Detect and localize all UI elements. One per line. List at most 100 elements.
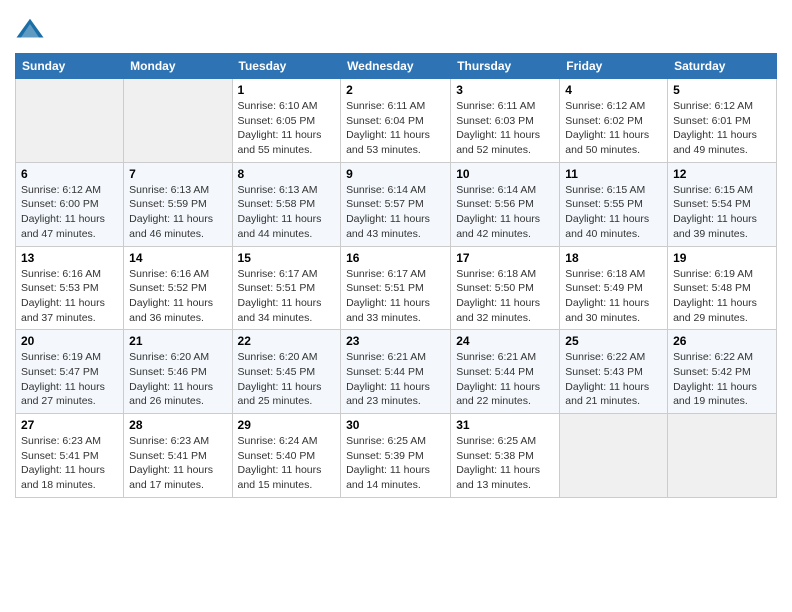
main-container: SundayMondayTuesdayWednesdayThursdayFrid… — [0, 0, 792, 508]
week-row-2: 6 Sunrise: 6:12 AMSunset: 6:00 PMDaylight… — [16, 162, 777, 246]
cell-info: Sunrise: 6:25 AMSunset: 5:38 PMDaylight:… — [456, 435, 540, 491]
calendar-cell: 11 Sunrise: 6:15 AMSunset: 5:55 PMDayligh… — [560, 162, 668, 246]
day-number: 27 — [21, 418, 118, 432]
calendar-table: SundayMondayTuesdayWednesdayThursdayFrid… — [15, 53, 777, 498]
day-number: 14 — [129, 251, 226, 265]
cell-info: Sunrise: 6:12 AMSunset: 6:00 PMDaylight:… — [21, 184, 105, 240]
cell-info: Sunrise: 6:25 AMSunset: 5:39 PMDaylight:… — [346, 435, 430, 491]
header-day-friday: Friday — [560, 54, 668, 79]
calendar-cell: 28 Sunrise: 6:23 AMSunset: 5:41 PMDayligh… — [124, 414, 232, 498]
calendar-cell: 31 Sunrise: 6:25 AMSunset: 5:38 PMDayligh… — [451, 414, 560, 498]
cell-info: Sunrise: 6:11 AMSunset: 6:03 PMDaylight:… — [456, 100, 540, 156]
calendar-cell: 5 Sunrise: 6:12 AMSunset: 6:01 PMDaylight… — [668, 79, 777, 163]
calendar-cell: 16Sunrise: 6:17 AMSunset: 5:51 PMDayligh… — [341, 246, 451, 330]
cell-info: Sunrise: 6:19 AMSunset: 5:48 PMDaylight:… — [673, 268, 757, 324]
day-number: 24 — [456, 334, 554, 348]
cell-info: Sunrise: 6:10 AMSunset: 6:05 PMDaylight:… — [238, 100, 322, 156]
calendar-cell: 12Sunrise: 6:15 AMSunset: 5:54 PMDayligh… — [668, 162, 777, 246]
calendar-cell: 10 Sunrise: 6:14 AMSunset: 5:56 PMDayligh… — [451, 162, 560, 246]
calendar-cell — [124, 79, 232, 163]
cell-info: Sunrise: 6:22 AMSunset: 5:43 PMDaylight:… — [565, 351, 649, 407]
header-day-monday: Monday — [124, 54, 232, 79]
calendar-cell: 27 Sunrise: 6:23 AMSunset: 5:41 PMDayligh… — [16, 414, 124, 498]
header-day-thursday: Thursday — [451, 54, 560, 79]
cell-info: Sunrise: 6:13 AMSunset: 5:59 PMDaylight:… — [129, 184, 213, 240]
calendar-cell — [560, 414, 668, 498]
day-number: 28 — [129, 418, 226, 432]
calendar-cell: 19 Sunrise: 6:19 AMSunset: 5:48 PMDayligh… — [668, 246, 777, 330]
header-day-wednesday: Wednesday — [341, 54, 451, 79]
cell-info: Sunrise: 6:12 AMSunset: 6:02 PMDaylight:… — [565, 100, 649, 156]
day-number: 25 — [565, 334, 662, 348]
calendar-cell: 9Sunrise: 6:14 AMSunset: 5:57 PMDaylight… — [341, 162, 451, 246]
week-row-4: 20 Sunrise: 6:19 AMSunset: 5:47 PMDayligh… — [16, 330, 777, 414]
header-day-saturday: Saturday — [668, 54, 777, 79]
day-number: 6 — [21, 167, 118, 181]
cell-info: Sunrise: 6:17 AMSunset: 5:51 PMDaylight:… — [346, 268, 430, 324]
header-day-tuesday: Tuesday — [232, 54, 341, 79]
day-number: 15 — [238, 251, 336, 265]
calendar-cell: 24 Sunrise: 6:21 AMSunset: 5:44 PMDayligh… — [451, 330, 560, 414]
day-number: 17 — [456, 251, 554, 265]
day-number: 31 — [456, 418, 554, 432]
cell-info: Sunrise: 6:18 AMSunset: 5:49 PMDaylight:… — [565, 268, 649, 324]
calendar-cell: 22Sunrise: 6:20 AMSunset: 5:45 PMDayligh… — [232, 330, 341, 414]
day-number: 7 — [129, 167, 226, 181]
day-number: 5 — [673, 83, 771, 97]
day-number: 21 — [129, 334, 226, 348]
calendar-cell — [668, 414, 777, 498]
week-row-3: 13Sunrise: 6:16 AMSunset: 5:53 PMDayligh… — [16, 246, 777, 330]
cell-info: Sunrise: 6:13 AMSunset: 5:58 PMDaylight:… — [238, 184, 322, 240]
day-number: 29 — [238, 418, 336, 432]
day-number: 19 — [673, 251, 771, 265]
day-number: 23 — [346, 334, 445, 348]
cell-info: Sunrise: 6:14 AMSunset: 5:56 PMDaylight:… — [456, 184, 540, 240]
calendar-cell: 8Sunrise: 6:13 AMSunset: 5:58 PMDaylight… — [232, 162, 341, 246]
header — [15, 10, 777, 45]
day-number: 4 — [565, 83, 662, 97]
cell-info: Sunrise: 6:23 AMSunset: 5:41 PMDaylight:… — [21, 435, 105, 491]
header-day-sunday: Sunday — [16, 54, 124, 79]
calendar-cell: 13Sunrise: 6:16 AMSunset: 5:53 PMDayligh… — [16, 246, 124, 330]
cell-info: Sunrise: 6:21 AMSunset: 5:44 PMDaylight:… — [456, 351, 540, 407]
day-number: 1 — [238, 83, 336, 97]
day-number: 10 — [456, 167, 554, 181]
header-row: SundayMondayTuesdayWednesdayThursdayFrid… — [16, 54, 777, 79]
calendar-cell: 4 Sunrise: 6:12 AMSunset: 6:02 PMDaylight… — [560, 79, 668, 163]
day-number: 13 — [21, 251, 118, 265]
day-number: 3 — [456, 83, 554, 97]
calendar-cell: 29 Sunrise: 6:24 AMSunset: 5:40 PMDayligh… — [232, 414, 341, 498]
day-number: 11 — [565, 167, 662, 181]
calendar-cell: 21 Sunrise: 6:20 AMSunset: 5:46 PMDayligh… — [124, 330, 232, 414]
day-number: 9 — [346, 167, 445, 181]
calendar-cell: 6 Sunrise: 6:12 AMSunset: 6:00 PMDaylight… — [16, 162, 124, 246]
logo-icon — [15, 15, 45, 45]
calendar-cell: 26Sunrise: 6:22 AMSunset: 5:42 PMDayligh… — [668, 330, 777, 414]
cell-info: Sunrise: 6:23 AMSunset: 5:41 PMDaylight:… — [129, 435, 213, 491]
logo — [15, 15, 49, 45]
cell-info: Sunrise: 6:16 AMSunset: 5:52 PMDaylight:… — [129, 268, 213, 324]
day-number: 2 — [346, 83, 445, 97]
calendar-cell: 15Sunrise: 6:17 AMSunset: 5:51 PMDayligh… — [232, 246, 341, 330]
calendar-cell: 23 Sunrise: 6:21 AMSunset: 5:44 PMDayligh… — [341, 330, 451, 414]
calendar-cell: 18 Sunrise: 6:18 AMSunset: 5:49 PMDayligh… — [560, 246, 668, 330]
cell-info: Sunrise: 6:20 AMSunset: 5:46 PMDaylight:… — [129, 351, 213, 407]
calendar-cell: 17 Sunrise: 6:18 AMSunset: 5:50 PMDayligh… — [451, 246, 560, 330]
week-row-5: 27 Sunrise: 6:23 AMSunset: 5:41 PMDayligh… — [16, 414, 777, 498]
cell-info: Sunrise: 6:12 AMSunset: 6:01 PMDaylight:… — [673, 100, 757, 156]
calendar-header: SundayMondayTuesdayWednesdayThursdayFrid… — [16, 54, 777, 79]
calendar-cell — [16, 79, 124, 163]
calendar-cell: 20 Sunrise: 6:19 AMSunset: 5:47 PMDayligh… — [16, 330, 124, 414]
day-number: 26 — [673, 334, 771, 348]
calendar-cell: 3 Sunrise: 6:11 AMSunset: 6:03 PMDaylight… — [451, 79, 560, 163]
day-number: 18 — [565, 251, 662, 265]
cell-info: Sunrise: 6:18 AMSunset: 5:50 PMDaylight:… — [456, 268, 540, 324]
day-number: 12 — [673, 167, 771, 181]
cell-info: Sunrise: 6:24 AMSunset: 5:40 PMDaylight:… — [238, 435, 322, 491]
cell-info: Sunrise: 6:21 AMSunset: 5:44 PMDaylight:… — [346, 351, 430, 407]
calendar-cell: 1 Sunrise: 6:10 AMSunset: 6:05 PMDaylight… — [232, 79, 341, 163]
cell-info: Sunrise: 6:19 AMSunset: 5:47 PMDaylight:… — [21, 351, 105, 407]
cell-info: Sunrise: 6:15 AMSunset: 5:55 PMDaylight:… — [565, 184, 649, 240]
cell-info: Sunrise: 6:20 AMSunset: 5:45 PMDaylight:… — [238, 351, 322, 407]
day-number: 20 — [21, 334, 118, 348]
